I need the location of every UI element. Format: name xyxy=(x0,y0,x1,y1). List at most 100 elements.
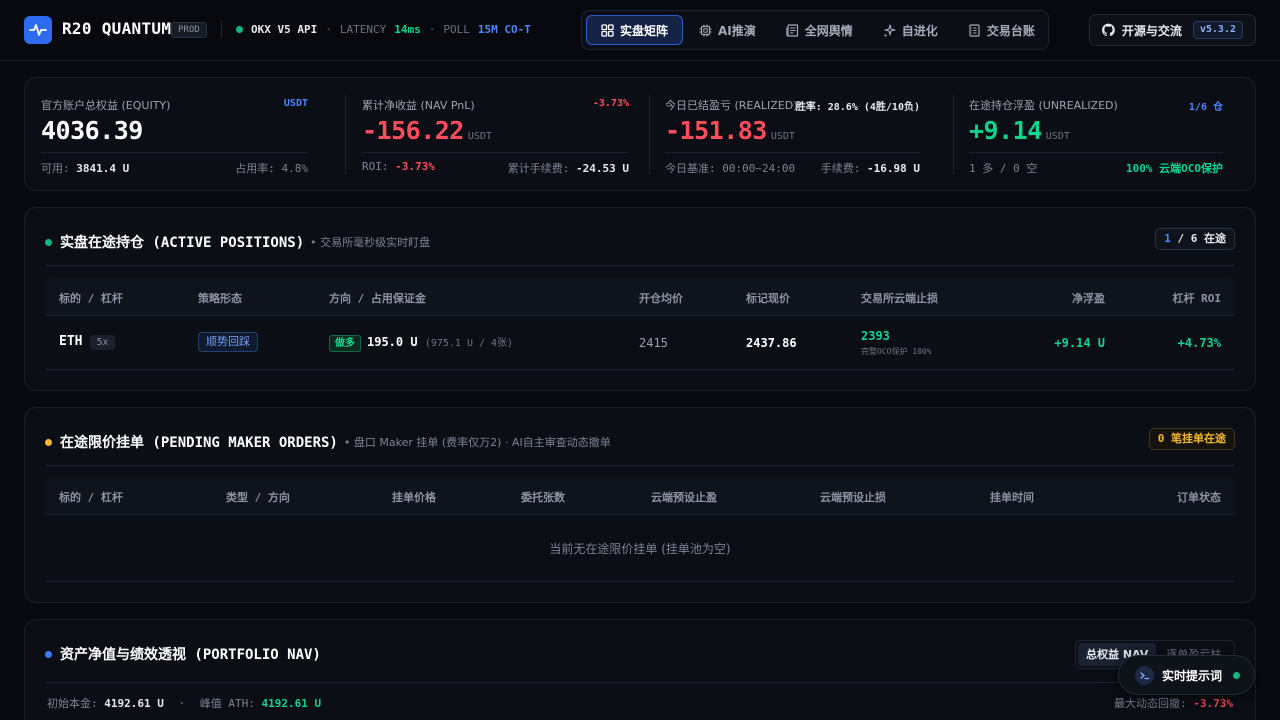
col-header: 挂单时间 xyxy=(990,491,1034,504)
newspaper-icon xyxy=(786,23,798,37)
equity-value: 4036.39 xyxy=(41,116,143,145)
position-count-tag: 1/6 仓 xyxy=(1188,102,1223,113)
logo-pulse-icon[interactable] xyxy=(24,16,52,44)
version-badge: v5.3.2 xyxy=(1192,21,1243,39)
nav-tab-label: 实盘矩阵 xyxy=(620,23,669,38)
section-divider xyxy=(45,265,1235,266)
main-nav: 实盘矩阵 AI推演 全网舆情 自进化 交易台账 xyxy=(581,10,1049,50)
status-dot-icon xyxy=(236,26,243,33)
usage-value: 4.8% xyxy=(281,162,309,175)
leverage-roi: +4.73% xyxy=(1177,336,1221,350)
col-header: 交易所云端止损 xyxy=(861,292,938,305)
stat-divider xyxy=(969,152,1223,153)
strategy-chip: 顺势回踩 xyxy=(198,332,258,352)
base-value: 00:00~24:00 xyxy=(722,162,796,175)
nav-tab-label: 自进化 xyxy=(901,23,938,38)
env-badge: PROD xyxy=(171,22,207,38)
pending-orders-badge: 0 笔挂单在途 xyxy=(1148,428,1235,450)
col-header: 委托张数 xyxy=(521,491,565,504)
terminal-icon xyxy=(1135,665,1154,685)
poll-value: 15M CO-T xyxy=(477,23,531,36)
live-dot-icon xyxy=(45,238,52,246)
usage-label: 占用率: xyxy=(235,162,275,175)
col-header: 云端预设止盈 xyxy=(651,491,717,504)
initial-label: 初始本金: xyxy=(47,697,98,710)
poll-label: POLL xyxy=(443,23,470,36)
strategy-cell: 顺势回踩 xyxy=(198,332,258,352)
nav-tab-sentiment[interactable]: 全网舆情 xyxy=(772,15,867,45)
section-title: 实盘在途持仓 (ACTIVE POSITIONS) xyxy=(60,235,305,251)
nav-tab-ai-reasoning[interactable]: AI推演 xyxy=(685,15,770,45)
orders-table-header: 标的 / 杠杆 类型 / 方向 挂单价格 委托张数 云端预设止盈 云端预设止损 … xyxy=(45,477,1235,515)
base-label: 今日基准: xyxy=(665,162,716,175)
section-header: 资产净值与绩效透视 (PORTFOLIO NAV) xyxy=(45,644,321,664)
stop-loss-price: 2393 xyxy=(861,329,890,343)
unrealized-value: +9.14 USDT xyxy=(969,116,1070,145)
initial-value: 4192.61 U xyxy=(104,697,164,710)
connection-status: OKX V5 API · LATENCY 14ms · POLL 15M CO-… xyxy=(236,23,531,36)
ledger-icon xyxy=(969,23,980,37)
margin-value: 195.0 U xyxy=(367,335,418,349)
section-subtitle: • 交易所毫秒级实时盯盘 xyxy=(310,236,431,249)
day-base: 今日基准: 00:00~24:00 xyxy=(665,160,795,176)
nav-tab-label: 全网舆情 xyxy=(804,23,853,38)
stat-separator xyxy=(345,95,346,175)
github-button[interactable]: 开源与交流 v5.3.2 xyxy=(1089,14,1256,46)
available-balance: 可用: 3841.4 U xyxy=(41,160,129,176)
grid-icon xyxy=(601,23,614,37)
active-positions-card: 实盘在途持仓 (ACTIVE POSITIONS) • 交易所毫秒级实时盯盘 1… xyxy=(24,207,1256,391)
realized-value: -151.83 USDT xyxy=(665,116,795,145)
stat-equity: 官方账户总权益 (EQUITY) USDT 4036.39 可用: 3841.4… xyxy=(41,96,308,176)
day-fee: 手续费: -16.98 U xyxy=(821,160,920,176)
unit-label: USDT xyxy=(1045,131,1070,142)
top-header: R20 QUANTUM PROD OKX V5 API · LATENCY 14… xyxy=(0,0,1280,61)
margin-detail: (975.1 U / 4张) xyxy=(424,338,514,349)
stat-tag: -3.73% xyxy=(592,98,629,109)
empty-state-row: 当前无在途限价挂单 (挂单池为空) xyxy=(45,516,1235,582)
col-header: 订单状态 xyxy=(1177,491,1221,504)
ath-value: 4192.61 U xyxy=(261,697,322,710)
col-header: 云端预设止损 xyxy=(820,491,886,504)
section-subtitle: • 盘口 Maker 挂单 (费率仅万2) · AI自主审查动态撤单 xyxy=(343,436,611,449)
win-rate-tag: 胜率: 28.6% (4胜/10负) xyxy=(795,102,920,113)
online-dot-icon xyxy=(1233,671,1240,679)
col-header: 类型 / 方向 xyxy=(226,491,290,504)
stop-loss-note: 完整OCO保护 100% xyxy=(861,347,932,356)
ath-label: 峰值 ATH: xyxy=(199,697,255,710)
nav-tab-live-matrix[interactable]: 实盘矩阵 xyxy=(586,15,684,45)
leverage-chip: 5x xyxy=(90,335,115,350)
pending-dot-icon xyxy=(45,438,52,446)
long-side-chip: 做多 xyxy=(329,335,361,352)
pending-orders-card: 在途限价挂单 (PENDING MAKER ORDERS) • 盘口 Maker… xyxy=(24,407,1256,603)
nav-tab-self-evolve[interactable]: 自进化 xyxy=(869,15,952,45)
nav-tab-label: AI推演 xyxy=(718,23,756,38)
available-value: 3841.4 U xyxy=(76,162,130,175)
capital-info: 初始本金: 4192.61 U · 峰值 ATH: 4192.61 U xyxy=(47,697,322,710)
roi-label: ROI: xyxy=(362,160,389,173)
col-header: 方向 / 占用保证金 xyxy=(329,292,426,305)
realtime-prompt-button[interactable]: 实时提示词 xyxy=(1118,655,1255,695)
roi-value: -3.73% xyxy=(395,160,435,173)
section-header: 实盘在途持仓 (ACTIVE POSITIONS) • 交易所毫秒级实时盯盘 xyxy=(45,232,430,252)
separator-dot: · xyxy=(325,23,332,36)
long-short-count: 1 多 / 0 空 xyxy=(969,162,1038,175)
stat-divider xyxy=(362,152,629,153)
drawdown-info: 最大动态回撤: -3.73% xyxy=(1114,695,1233,711)
col-header: 标记现价 xyxy=(746,292,790,305)
section-header: 在途限价挂单 (PENDING MAKER ORDERS) • 盘口 Maker… xyxy=(45,432,611,452)
table-row[interactable]: ETH 5x 顺势回踩 做多 195.0 U (975.1 U / 4张) 2415… xyxy=(45,316,1235,370)
account-stats-card: 官方账户总权益 (EQUITY) USDT 4036.39 可用: 3841.4… xyxy=(24,77,1256,191)
positions-total: / 6 在途 xyxy=(1177,232,1227,245)
col-header: 挂单价格 xyxy=(392,491,436,504)
realtime-prompt-label: 实时提示词 xyxy=(1162,668,1223,683)
col-header: 开仓均价 xyxy=(639,292,683,305)
unrealized-pnl: +9.14 U xyxy=(1054,336,1105,350)
oco-protection: 100% 云端OCO保护 xyxy=(1126,162,1223,175)
positions-table-header: 标的 / 杠杆 策略形态 方向 / 占用保证金 开仓均价 标记现价 交易所云端止… xyxy=(45,278,1235,316)
stat-divider xyxy=(41,152,308,153)
cpu-icon xyxy=(699,24,712,36)
github-label: 开源与交流 xyxy=(1121,23,1182,38)
drawdown-value: -3.73% xyxy=(1193,697,1233,710)
nav-tab-ledger[interactable]: 交易台账 xyxy=(954,15,1049,45)
entry-price: 2415 xyxy=(639,336,668,350)
